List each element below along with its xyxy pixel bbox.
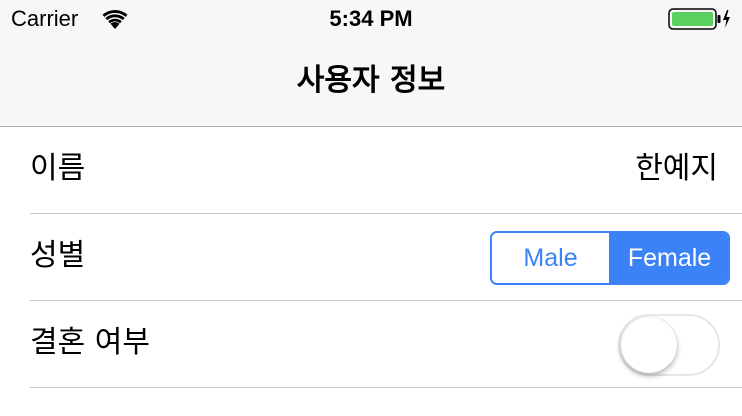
married-label: 결혼 여부 [30,325,150,360]
name-row: 이름 한예지 [0,127,742,214]
segment-male[interactable]: Male [492,233,609,283]
toggle-knob[interactable] [621,317,677,373]
segment-female[interactable]: Female [609,233,728,283]
married-row: 결혼 여부 [0,301,742,388]
status-bar: Carrier 5:34 PM [0,0,742,40]
battery-charging-icon [668,8,732,30]
navigation-bar: 사용자 정보 [0,40,742,127]
gender-segmented-control: Male Female [490,231,730,285]
gender-row: 성별 Male Female [0,214,742,301]
row-separator [30,387,742,388]
gender-label: 성별 [30,238,86,273]
status-time: 5:34 PM [329,6,413,31]
married-toggle-switch[interactable] [618,314,720,376]
page-title: 사용자 정보 [296,63,446,98]
name-value: 한예지 [635,151,718,186]
name-label: 이름 [30,151,86,186]
